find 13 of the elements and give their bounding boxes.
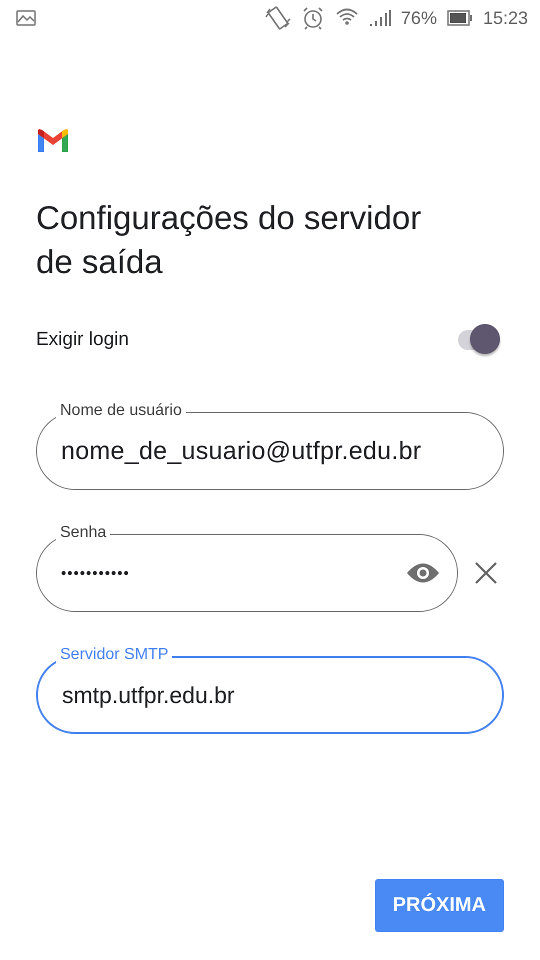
require-login-label: Exigir login [36, 329, 129, 351]
battery-icon [446, 10, 473, 26]
vibrate-icon [264, 5, 291, 31]
signal-icon [368, 9, 391, 27]
alarm-icon [300, 6, 325, 30]
picture-icon [16, 10, 36, 26]
eye-icon[interactable] [406, 562, 440, 584]
battery-percent: 76% [400, 8, 437, 28]
page-title: Configurações do servidor de saída [36, 198, 422, 282]
require-login-switch[interactable] [456, 324, 502, 356]
clock-time: 15:23 [482, 8, 528, 28]
field-label: Servidor SMTP [56, 644, 172, 666]
mail-logo [36, 128, 70, 154]
